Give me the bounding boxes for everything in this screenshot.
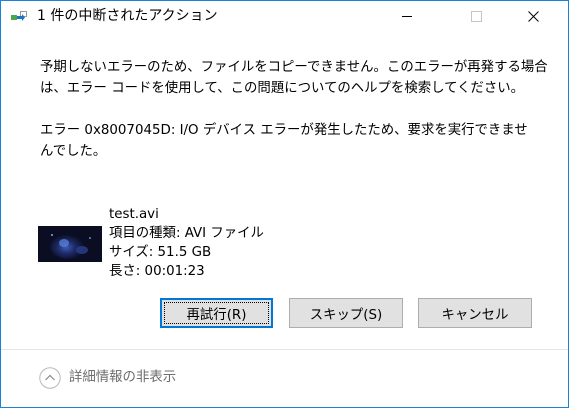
- hide-details-link[interactable]: 詳細情報の非表示: [69, 369, 176, 387]
- minimize-button[interactable]: [384, 1, 430, 31]
- file-details: test.avi 項目の種類: AVI ファイル サイズ: 51.5 GB 長さ…: [109, 205, 264, 281]
- error-code-message: エラー 0x8007045D: I/O デバイス エラーが発生したため、要求を実…: [40, 123, 528, 159]
- skip-button[interactable]: スキップ(S): [289, 298, 403, 328]
- file-transfer-icon: [11, 9, 27, 23]
- maximize-button[interactable]: [453, 1, 499, 31]
- close-icon: [527, 10, 539, 22]
- file-length: 長さ: 00:01:23: [109, 264, 205, 279]
- file-thumbnail: [38, 226, 102, 262]
- minimize-icon: [402, 11, 412, 21]
- title-bar[interactable]: 1 件の中断されたアクション: [1, 1, 568, 31]
- cancel-button-label: キャンセル: [441, 308, 509, 323]
- file-name: test.avi: [109, 207, 159, 222]
- dialog-footer: 詳細情報の非表示: [1, 349, 568, 407]
- window-title: 1 件の中断されたアクション: [37, 8, 218, 24]
- chevron-up-icon[interactable]: [39, 367, 61, 389]
- error-dialog-window: 1 件の中断されたアクション 予期しないエラーのため、ファイルをコピーできません…: [0, 0, 569, 408]
- error-description: 予期しないエラーのため、ファイルをコピーできません。このエラーが再発する場合は、…: [40, 60, 548, 96]
- retry-button[interactable]: 再試行(R): [160, 298, 273, 328]
- file-size: サイズ: 51.5 GB: [109, 245, 212, 260]
- close-button[interactable]: [510, 1, 556, 31]
- file-type: 項目の種類: AVI ファイル: [109, 226, 264, 241]
- cancel-button[interactable]: キャンセル: [418, 298, 532, 328]
- maximize-icon: [470, 10, 482, 22]
- focus-ring: [164, 302, 269, 324]
- skip-button-label: スキップ(S): [309, 308, 383, 323]
